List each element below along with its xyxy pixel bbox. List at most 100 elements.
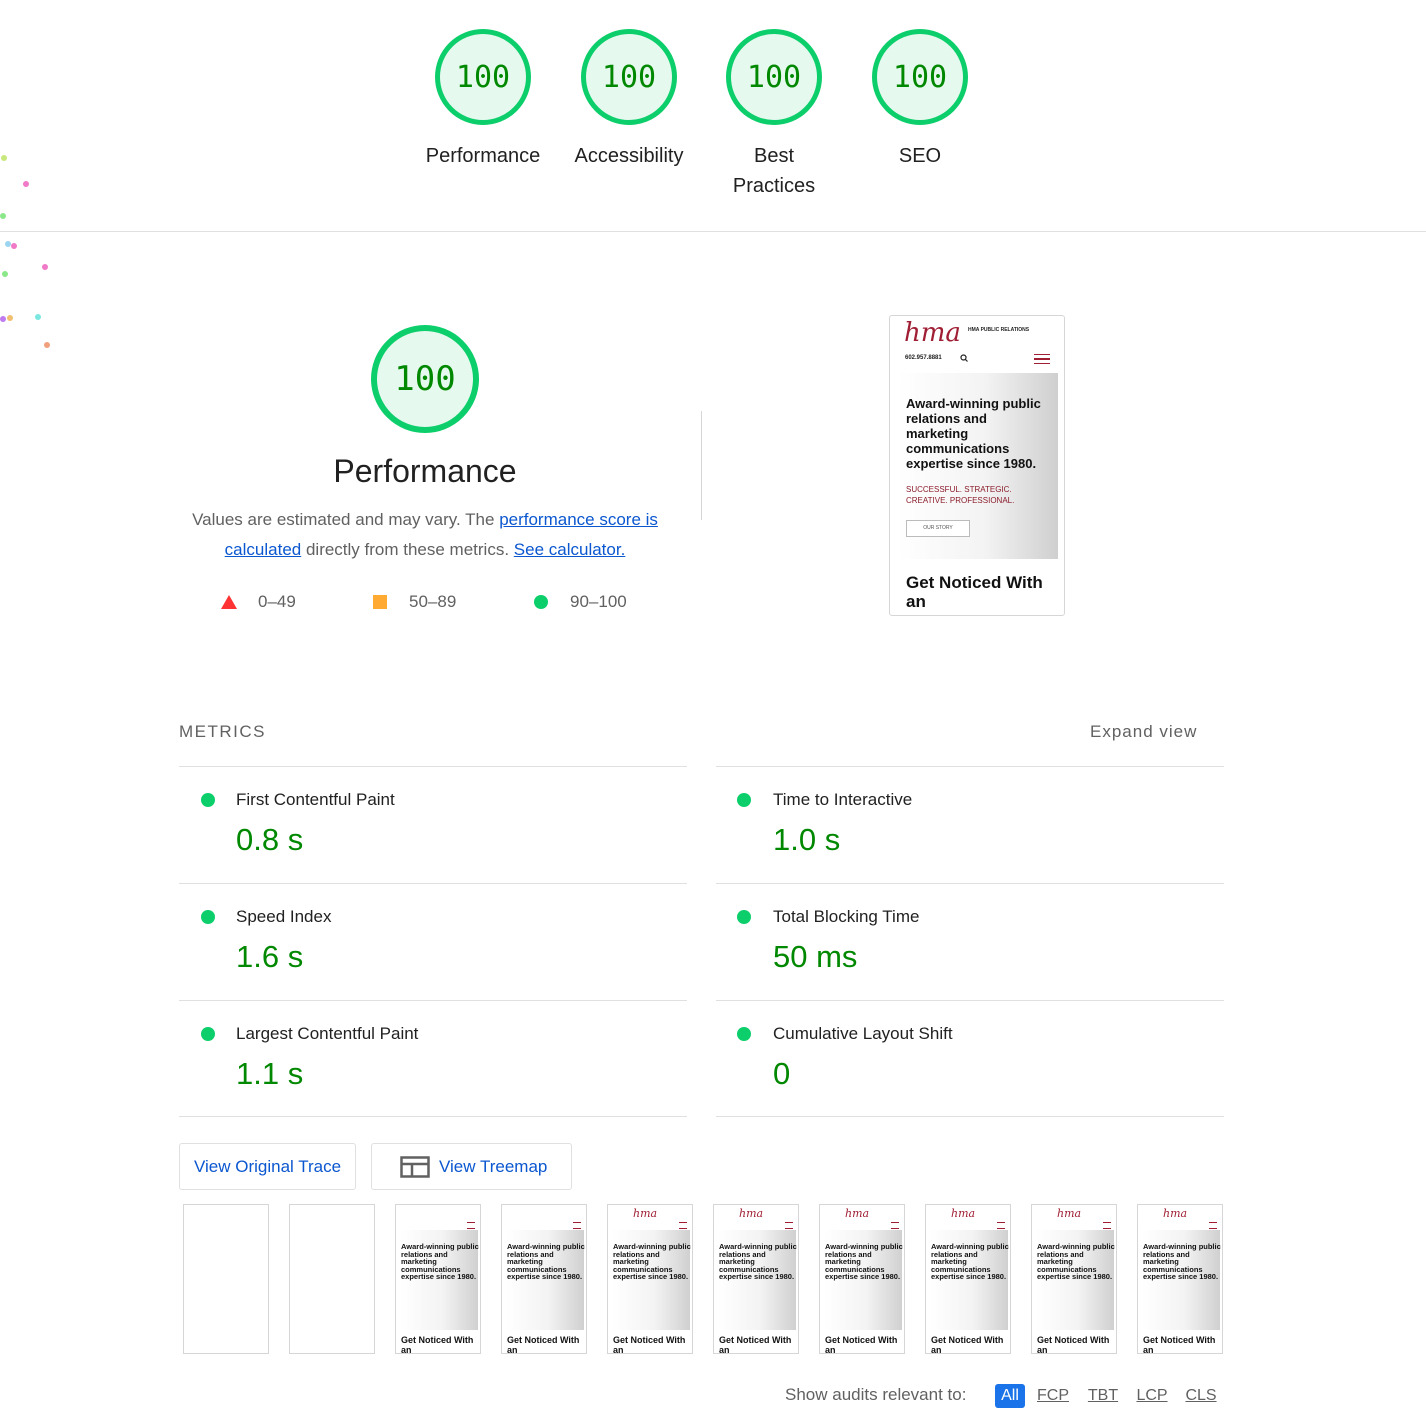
- frame-bottom-text: Get Noticed With an: [719, 1335, 792, 1354]
- triangle-icon: [221, 595, 237, 609]
- square-icon: [373, 595, 387, 609]
- expand-view-toggle[interactable]: Expand view: [1090, 722, 1197, 742]
- metric-name: Speed Index: [236, 907, 332, 926]
- frame-headline: Award-winning public relations and marke…: [719, 1242, 797, 1282]
- treemap-icon: [400, 1155, 430, 1178]
- metric-divider: [716, 1000, 1224, 1001]
- performance-description: Values are estimated and may vary. The p…: [175, 505, 675, 565]
- frame-headline: Award-winning public relations and marke…: [613, 1242, 691, 1282]
- filter-chip-lcp[interactable]: LCP: [1135, 1384, 1169, 1408]
- gauge-score: 100: [601, 59, 657, 95]
- metric-divider: [716, 1116, 1224, 1117]
- gauge-label[interactable]: Accessibility: [559, 141, 699, 171]
- filmstrip-frame[interactable]: hma Award-winning public relations and m…: [1031, 1204, 1117, 1354]
- filter-chip-tbt[interactable]: TBT: [1086, 1384, 1120, 1408]
- frame-headline: Award-winning public relations and marke…: [931, 1242, 1009, 1282]
- brand-text: HMA PUBLIC RELATIONS: [968, 327, 1030, 333]
- view-treemap-button[interactable]: View Treemap: [371, 1143, 572, 1190]
- gauge-score: 100: [892, 59, 948, 95]
- frame-headline: Award-winning public relations and marke…: [825, 1242, 903, 1282]
- our-story-button: OUR STORY: [906, 520, 970, 537]
- metric-name: Total Blocking Time: [773, 907, 920, 926]
- metric-value: 50 ms: [773, 939, 858, 974]
- hma-logo: hma: [904, 318, 961, 348]
- filter-label: Show audits relevant to:: [785, 1385, 967, 1404]
- see-calculator-link[interactable]: See calculator.: [514, 540, 626, 559]
- frame-headline: Award-winning public relations and marke…: [1037, 1242, 1115, 1282]
- metric-name: Time to Interactive: [773, 790, 913, 809]
- header-divider: [0, 231, 1426, 232]
- legend-range: 0–49: [258, 592, 296, 611]
- confetti-dot: [1, 155, 7, 161]
- filmstrip-frame[interactable]: hma Award-winning public relations and m…: [1137, 1204, 1223, 1354]
- legend-range: 50–89: [409, 592, 457, 611]
- phone-number: 602.957.8881: [905, 355, 942, 361]
- frame-bottom-text: Get Noticed With an: [507, 1335, 580, 1354]
- frame-bottom-text: Get Noticed With an: [613, 1335, 686, 1354]
- filmstrip-frame[interactable]: [289, 1204, 375, 1354]
- frame-headline: Award-winning public relations and marke…: [1143, 1242, 1221, 1282]
- filmstrip-frame[interactable]: [183, 1204, 269, 1354]
- frame-bottom-text: Get Noticed With an: [1037, 1335, 1110, 1354]
- frame-bottom-text: Get Noticed With an: [401, 1335, 474, 1354]
- menu-icon: [573, 1222, 581, 1229]
- filter-chip-all[interactable]: All: [995, 1384, 1025, 1408]
- gauge-label[interactable]: Best Practices: [719, 141, 829, 201]
- metric-value: 1.6 s: [236, 939, 304, 974]
- metric-divider: [716, 883, 1224, 884]
- gauge-label[interactable]: SEO: [850, 141, 990, 171]
- filmstrip-frame[interactable]: hma Award-winning public relations and m…: [713, 1204, 799, 1354]
- pass-circle-icon: [737, 793, 751, 807]
- button-label: View Original Trace: [193, 1156, 342, 1176]
- vertical-separator: [701, 411, 702, 520]
- filmstrip-frame[interactable]: Award-winning public relations and marke…: [501, 1204, 587, 1354]
- gauge-label[interactable]: Performance: [413, 141, 553, 171]
- pass-circle-icon: [201, 793, 215, 807]
- menu-icon: [1034, 354, 1050, 364]
- filmstrip-frame[interactable]: hma Award-winning public relations and m…: [925, 1204, 1011, 1354]
- button-label: View Treemap: [439, 1156, 548, 1176]
- confetti-dot: [23, 181, 29, 187]
- score-gauge[interactable]: 100: [872, 29, 968, 125]
- metric-divider: [716, 766, 1224, 767]
- filmstrip-frame[interactable]: hma Award-winning public relations and m…: [607, 1204, 693, 1354]
- pass-circle-icon: [737, 910, 751, 924]
- metrics-heading: METRICS: [179, 722, 266, 741]
- menu-icon: [679, 1222, 687, 1229]
- performance-score: 100: [394, 359, 456, 399]
- search-icon: [960, 354, 968, 362]
- performance-title: Performance: [333, 453, 517, 489]
- filter-chip-cls[interactable]: CLS: [1184, 1384, 1218, 1408]
- filter-chip-fcp[interactable]: FCP: [1036, 1384, 1070, 1408]
- confetti-dot: [0, 316, 6, 322]
- legend-fail: 0–49: [221, 592, 296, 612]
- score-gauge[interactable]: 100: [435, 29, 531, 125]
- menu-icon: [1103, 1222, 1111, 1229]
- hma-logo: hma: [951, 1207, 976, 1220]
- menu-icon: [1209, 1222, 1217, 1229]
- filmstrip-frame[interactable]: Award-winning public relations and marke…: [395, 1204, 481, 1354]
- metric-value: 1.1 s: [236, 1056, 304, 1091]
- filmstrip-frame[interactable]: hma Award-winning public relations and m…: [819, 1204, 905, 1354]
- gauge-score: 100: [746, 59, 802, 95]
- hma-logo: hma: [739, 1207, 764, 1220]
- score-gauge[interactable]: 100: [726, 29, 822, 125]
- description-text: Values are estimated and may vary. The: [192, 510, 500, 529]
- confetti-dot: [2, 271, 8, 277]
- legend-range: 90–100: [570, 592, 627, 611]
- metric-divider: [179, 883, 687, 884]
- frame-bottom-text: Get Noticed With an: [825, 1335, 898, 1354]
- metric-value: 1.0 s: [773, 822, 841, 857]
- pass-circle-icon: [201, 1027, 215, 1041]
- confetti-dot: [0, 213, 6, 219]
- score-gauge[interactable]: 100: [581, 29, 677, 125]
- metric-value: 0: [773, 1056, 791, 1091]
- view-original-trace-button[interactable]: View Original Trace: [179, 1143, 356, 1190]
- frame-bottom-text: Get Noticed With an: [931, 1335, 1004, 1354]
- performance-gauge: 100: [371, 325, 479, 433]
- metric-name: Largest Contentful Paint: [236, 1024, 419, 1043]
- menu-icon: [891, 1222, 899, 1229]
- hma-logo: hma: [845, 1207, 870, 1220]
- final-screenshot[interactable]: hma HMA PUBLIC RELATIONS 602.957.8881 Aw…: [889, 315, 1065, 616]
- hero-subline: SUCCESSFUL. STRATEGIC. CREATIVE. PROFESS…: [906, 485, 1015, 505]
